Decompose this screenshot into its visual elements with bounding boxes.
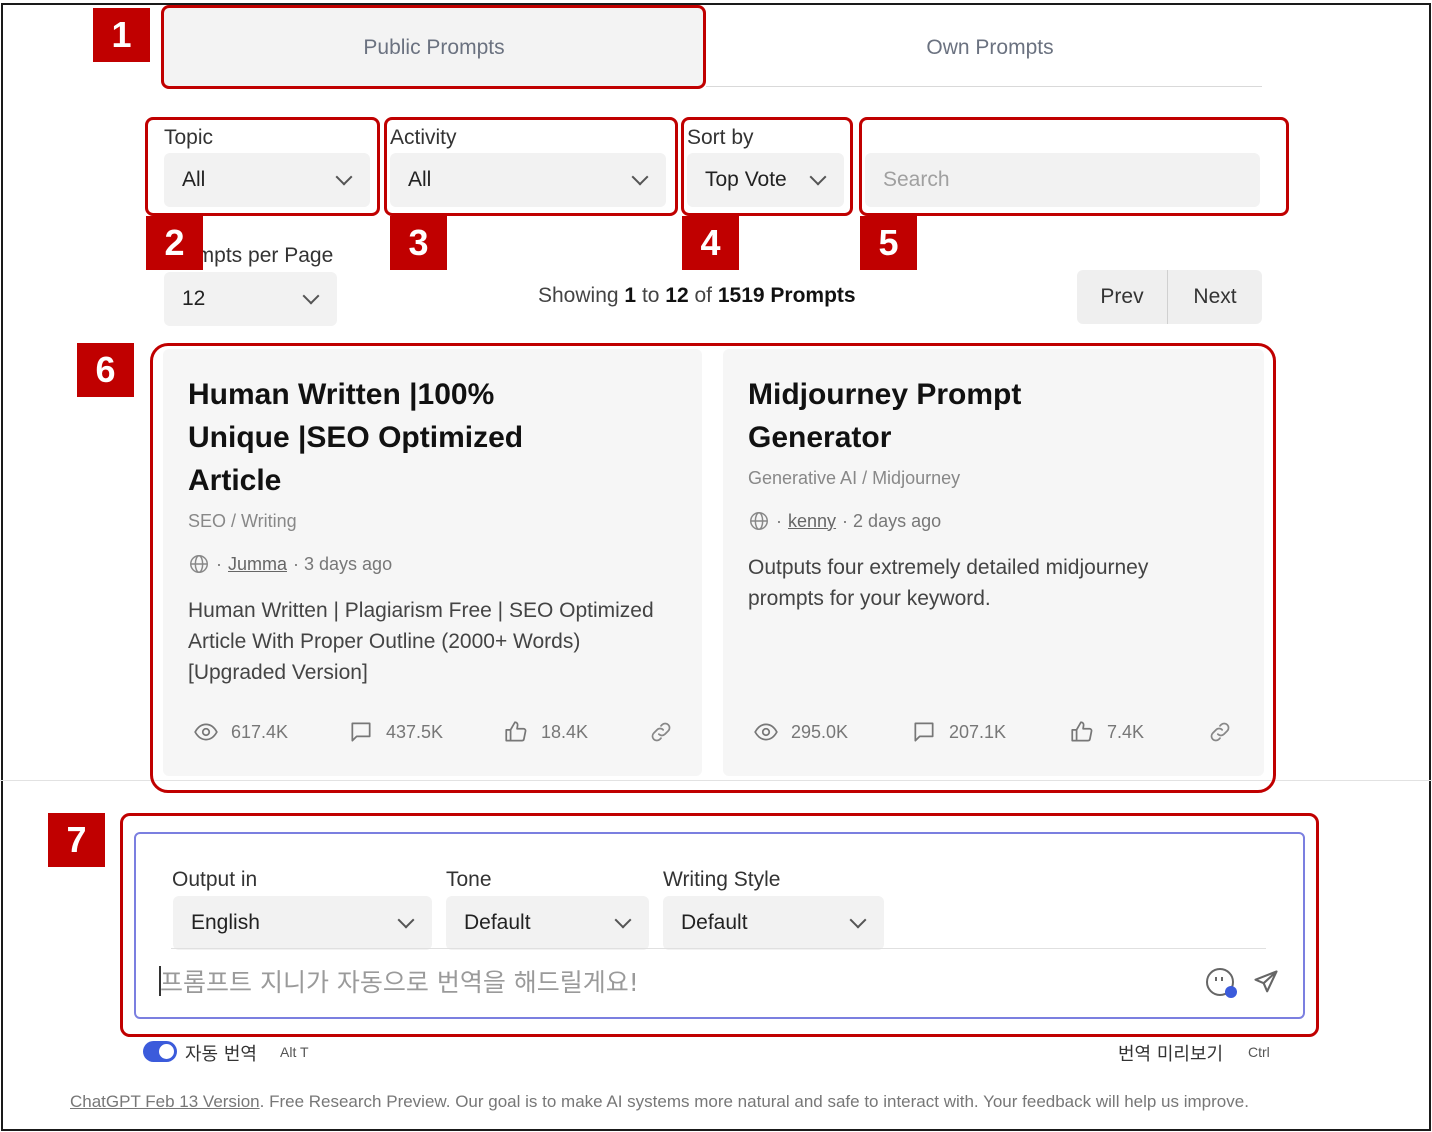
prompt-input[interactable] <box>160 962 1180 1002</box>
annotation-badge-5: 5 <box>860 216 917 270</box>
chevron-down-icon <box>335 168 353 186</box>
card-meta: · kenny · 2 days ago <box>748 510 941 532</box>
next-button[interactable]: Next <box>1168 270 1262 324</box>
activity-value: All <box>408 168 432 191</box>
topic-select[interactable]: All <box>164 153 370 207</box>
tab-public-prompts[interactable]: Public Prompts <box>164 8 704 88</box>
per-page-value: 12 <box>182 287 206 310</box>
activity-select[interactable]: All <box>390 153 666 207</box>
globe-icon <box>750 512 768 530</box>
chevron-down-icon <box>302 287 320 305</box>
emoji-status-icon[interactable] <box>1204 966 1240 1000</box>
card-description: Outputs four extremely detailed midjourn… <box>748 556 1149 610</box>
sort-label: Sort by <box>687 126 754 149</box>
sort-value: Top Votes <box>705 168 787 191</box>
prompt-card[interactable]: Midjourney Prompt Generator Generative A… <box>723 349 1264 776</box>
activity-label: Activity <box>390 126 457 149</box>
send-icon[interactable] <box>1252 968 1280 996</box>
search-input[interactable] <box>865 153 1260 207</box>
card-stats: 617.4K 437.5K 18.4K <box>193 719 674 745</box>
annotation-badge-4: 4 <box>682 216 739 270</box>
section-divider <box>0 780 1432 781</box>
comments-stat: 207.1K <box>911 719 1069 745</box>
card-description: Human Written | Plagiarism Free | SEO Op… <box>188 599 654 684</box>
tone-select[interactable]: Default <box>446 896 649 950</box>
composer-divider <box>171 948 1266 949</box>
link-icon[interactable] <box>1207 719 1233 745</box>
views-stat: 617.4K <box>193 719 348 745</box>
output-language-value: English <box>191 911 260 934</box>
card-meta: · Jumma · 3 days ago <box>188 553 392 575</box>
card-category: Generative AI / Midjourney <box>748 468 961 488</box>
annotation-badge-1: 1 <box>93 8 150 62</box>
eye-icon <box>194 723 218 741</box>
tab-own-prompts[interactable]: Own Prompts <box>720 8 1260 88</box>
card-time: · 2 days ago <box>842 510 942 531</box>
thumbs-up-icon <box>505 721 527 742</box>
author-link[interactable]: kenny <box>788 511 836 532</box>
author-link[interactable]: Jumma <box>228 554 287 575</box>
eye-icon <box>754 723 778 741</box>
thumbs-up-icon <box>1071 721 1093 742</box>
likes-stat[interactable]: 7.4K <box>1069 719 1207 745</box>
chevron-down-icon <box>849 911 867 929</box>
translation-preview-shortcut: Ctrl <box>1248 1044 1270 1060</box>
writing-style-label: Writing Style <box>663 868 781 891</box>
auto-translate-toggle[interactable] <box>143 1041 177 1062</box>
writing-style-value: Default <box>681 911 748 934</box>
tone-value: Default <box>464 911 531 934</box>
link-icon[interactable] <box>648 719 674 745</box>
likes-stat[interactable]: 18.4K <box>503 719 648 745</box>
tab-underline <box>706 86 1262 87</box>
card-stats: 295.0K 207.1K 7.4K <box>753 719 1233 745</box>
version-link[interactable]: ChatGPT Feb 13 Version <box>70 1092 260 1111</box>
prev-button[interactable]: Prev <box>1077 270 1167 324</box>
chevron-down-icon <box>614 911 632 929</box>
prompt-card[interactable]: Human Written |100% Unique |SEO Optimize… <box>163 349 702 776</box>
writing-style-select[interactable]: Default <box>663 896 884 950</box>
translation-preview-button[interactable]: 번역 미리보기 <box>1118 1040 1223 1066</box>
showing-count: Showing 1 to 12 of 1519 Prompts <box>538 284 856 307</box>
comment-icon <box>914 722 934 742</box>
pagination: Prev Next <box>1077 270 1262 324</box>
card-time: · 3 days ago <box>293 553 393 574</box>
annotation-badge-2: 2 <box>146 216 203 270</box>
topic-value: All <box>182 168 206 191</box>
chevron-down-icon <box>809 168 827 186</box>
annotation-badge-3: 3 <box>390 216 447 270</box>
annotation-badge-6: 6 <box>77 343 134 397</box>
views-stat: 295.0K <box>753 719 911 745</box>
auto-translate-label: 자동 번역 <box>185 1044 257 1065</box>
card-category: SEO / Writing <box>188 511 297 531</box>
output-label: Output in <box>172 868 258 891</box>
annotation-badge-7: 7 <box>48 813 105 867</box>
chevron-down-icon <box>397 911 415 929</box>
globe-icon <box>190 555 208 573</box>
comment-icon <box>351 722 371 742</box>
sort-select[interactable]: Top Votes <box>687 153 844 207</box>
output-language-select[interactable]: English <box>173 896 432 950</box>
footer-text: ChatGPT Feb 13 Version. Free Research Pr… <box>70 1092 1249 1111</box>
card-title: Human Written |100% Unique |SEO Optimize… <box>188 378 524 497</box>
auto-translate-shortcut: Alt T <box>280 1044 309 1060</box>
tone-label: Tone <box>446 868 492 891</box>
per-page-select[interactable]: 12 <box>164 272 337 326</box>
card-title: Midjourney Prompt Generator <box>748 378 1022 454</box>
chevron-down-icon <box>631 168 649 186</box>
topic-label: Topic <box>164 126 214 149</box>
comments-stat: 437.5K <box>348 719 503 745</box>
